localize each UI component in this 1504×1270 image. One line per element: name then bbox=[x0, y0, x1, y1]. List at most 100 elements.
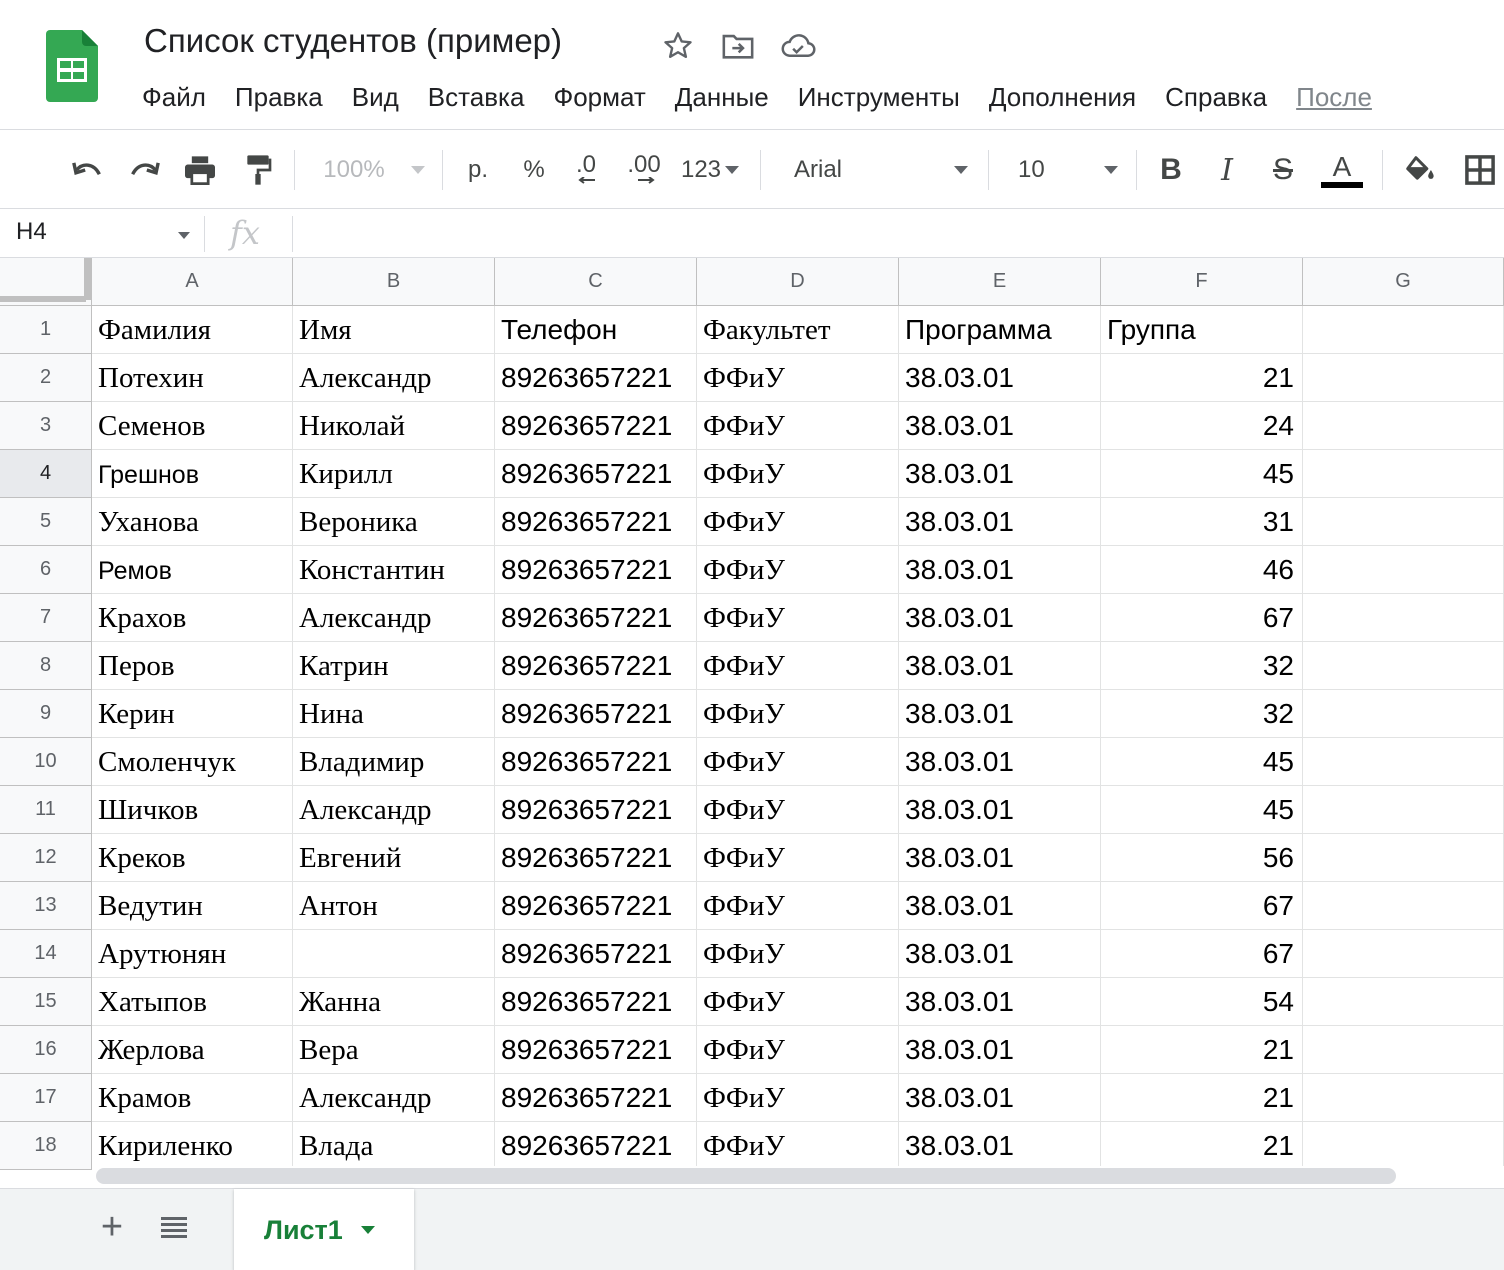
cell-g6[interactable] bbox=[1303, 546, 1504, 594]
cell-e7[interactable]: 38.03.01 bbox=[899, 594, 1101, 642]
cell-a4[interactable]: Грешнов bbox=[92, 450, 293, 498]
print-icon[interactable] bbox=[178, 131, 222, 209]
add-sheet-button[interactable]: + bbox=[96, 1206, 128, 1248]
spreadsheet-grid[interactable]: A B C D E F G 1 Фамилия Имя Телефон Факультет Програ… bbox=[0, 258, 1504, 1186]
cell-c17[interactable]: 89263657221 bbox=[495, 1074, 697, 1122]
cell-g10[interactable] bbox=[1303, 738, 1504, 786]
row-header-15[interactable]: 15 bbox=[0, 978, 92, 1026]
column-header-a[interactable]: A bbox=[92, 258, 293, 306]
cell-b4[interactable]: Кирилл bbox=[293, 450, 495, 498]
cell-c11[interactable]: 89263657221 bbox=[495, 786, 697, 834]
cell-a1[interactable]: Фамилия bbox=[92, 306, 293, 354]
paint-format-icon[interactable] bbox=[236, 131, 280, 209]
column-header-g[interactable]: G bbox=[1303, 258, 1504, 306]
row-header-11[interactable]: 11 bbox=[0, 786, 92, 834]
cell-b8[interactable]: Катрин bbox=[293, 642, 495, 690]
cell-c6[interactable]: 89263657221 bbox=[495, 546, 697, 594]
cell-d15[interactable]: ФФиУ bbox=[697, 978, 899, 1026]
cell-b11[interactable]: Александр bbox=[293, 786, 495, 834]
cell-f6[interactable]: 46 bbox=[1101, 546, 1303, 594]
cell-c15[interactable]: 89263657221 bbox=[495, 978, 697, 1026]
cell-f18[interactable]: 21 bbox=[1101, 1122, 1303, 1170]
cell-b15[interactable]: Жанна bbox=[293, 978, 495, 1026]
column-header-e[interactable]: E bbox=[899, 258, 1101, 306]
increase-decimal-button[interactable]: .00 bbox=[620, 131, 668, 209]
currency-format-button[interactable]: р. bbox=[458, 131, 498, 209]
menu-help[interactable]: Справка bbox=[1165, 82, 1267, 113]
cell-c1[interactable]: Телефон bbox=[495, 306, 697, 354]
cell-g14[interactable] bbox=[1303, 930, 1504, 978]
cell-c8[interactable]: 89263657221 bbox=[495, 642, 697, 690]
cell-e17[interactable]: 38.03.01 bbox=[899, 1074, 1101, 1122]
cell-g3[interactable] bbox=[1303, 402, 1504, 450]
cell-f13[interactable]: 67 bbox=[1101, 882, 1303, 930]
menu-format[interactable]: Формат bbox=[553, 82, 645, 113]
row-header-18[interactable]: 18 bbox=[0, 1122, 92, 1170]
cell-a2[interactable]: Потехин bbox=[92, 354, 293, 402]
row-header-13[interactable]: 13 bbox=[0, 882, 92, 930]
cell-g8[interactable] bbox=[1303, 642, 1504, 690]
column-header-c[interactable]: C bbox=[495, 258, 697, 306]
cell-a16[interactable]: Жерлова bbox=[92, 1026, 293, 1074]
cloud-saved-icon[interactable] bbox=[780, 28, 816, 64]
cell-f10[interactable]: 45 bbox=[1101, 738, 1303, 786]
cell-f17[interactable]: 21 bbox=[1101, 1074, 1303, 1122]
cell-a15[interactable]: Хатыпов bbox=[92, 978, 293, 1026]
cell-e6[interactable]: 38.03.01 bbox=[899, 546, 1101, 594]
cell-b6[interactable]: Константин bbox=[293, 546, 495, 594]
cell-b3[interactable]: Николай bbox=[293, 402, 495, 450]
cell-g5[interactable] bbox=[1303, 498, 1504, 546]
cell-a18[interactable]: Кириленко bbox=[92, 1122, 293, 1170]
cell-e15[interactable]: 38.03.01 bbox=[899, 978, 1101, 1026]
cell-e8[interactable]: 38.03.01 bbox=[899, 642, 1101, 690]
cell-c2[interactable]: 89263657221 bbox=[495, 354, 697, 402]
cell-b5[interactable]: Вероника bbox=[293, 498, 495, 546]
cell-c16[interactable]: 89263657221 bbox=[495, 1026, 697, 1074]
column-header-f[interactable]: F bbox=[1101, 258, 1303, 306]
cell-e13[interactable]: 38.03.01 bbox=[899, 882, 1101, 930]
column-header-d[interactable]: D bbox=[697, 258, 899, 306]
fill-color-icon[interactable] bbox=[1398, 131, 1442, 209]
move-folder-icon[interactable] bbox=[720, 28, 756, 64]
star-icon[interactable] bbox=[660, 28, 696, 64]
redo-icon[interactable] bbox=[122, 131, 166, 209]
cell-c13[interactable]: 89263657221 bbox=[495, 882, 697, 930]
row-header-17[interactable]: 17 bbox=[0, 1074, 92, 1122]
cell-b13[interactable]: Антон bbox=[293, 882, 495, 930]
cell-g13[interactable] bbox=[1303, 882, 1504, 930]
cell-b7[interactable]: Александр bbox=[293, 594, 495, 642]
cell-d8[interactable]: ФФиУ bbox=[697, 642, 899, 690]
italic-button[interactable]: I bbox=[1206, 131, 1248, 209]
cell-b17[interactable]: Александр bbox=[293, 1074, 495, 1122]
cell-c12[interactable]: 89263657221 bbox=[495, 834, 697, 882]
undo-icon[interactable] bbox=[66, 131, 110, 209]
menu-view[interactable]: Вид bbox=[352, 82, 399, 113]
cell-f14[interactable]: 67 bbox=[1101, 930, 1303, 978]
select-all-corner[interactable] bbox=[0, 258, 92, 306]
font-family-select[interactable]: Arial bbox=[778, 131, 974, 209]
number-format-select[interactable]: 123 bbox=[678, 131, 742, 209]
row-header-10[interactable]: 10 bbox=[0, 738, 92, 786]
cell-g9[interactable] bbox=[1303, 690, 1504, 738]
all-sheets-icon[interactable] bbox=[158, 1213, 190, 1243]
menu-data[interactable]: Данные bbox=[675, 82, 769, 113]
bold-button[interactable]: B bbox=[1150, 131, 1192, 209]
cell-e18[interactable]: 38.03.01 bbox=[899, 1122, 1101, 1170]
cell-d4[interactable]: ФФиУ bbox=[697, 450, 899, 498]
row-header-5[interactable]: 5 bbox=[0, 498, 92, 546]
cell-a7[interactable]: Крахов bbox=[92, 594, 293, 642]
cell-c14[interactable]: 89263657221 bbox=[495, 930, 697, 978]
font-size-select[interactable]: 10 bbox=[1004, 131, 1124, 209]
cell-f2[interactable]: 21 bbox=[1101, 354, 1303, 402]
cell-d13[interactable]: ФФиУ bbox=[697, 882, 899, 930]
sheets-logo-icon[interactable] bbox=[46, 30, 98, 102]
menu-file[interactable]: Файл bbox=[142, 82, 206, 113]
cell-f12[interactable]: 56 bbox=[1101, 834, 1303, 882]
cell-e12[interactable]: 38.03.01 bbox=[899, 834, 1101, 882]
cell-e2[interactable]: 38.03.01 bbox=[899, 354, 1101, 402]
cell-b1[interactable]: Имя bbox=[293, 306, 495, 354]
cell-f16[interactable]: 21 bbox=[1101, 1026, 1303, 1074]
cell-c5[interactable]: 89263657221 bbox=[495, 498, 697, 546]
cell-g16[interactable] bbox=[1303, 1026, 1504, 1074]
cell-a3[interactable]: Семенов bbox=[92, 402, 293, 450]
